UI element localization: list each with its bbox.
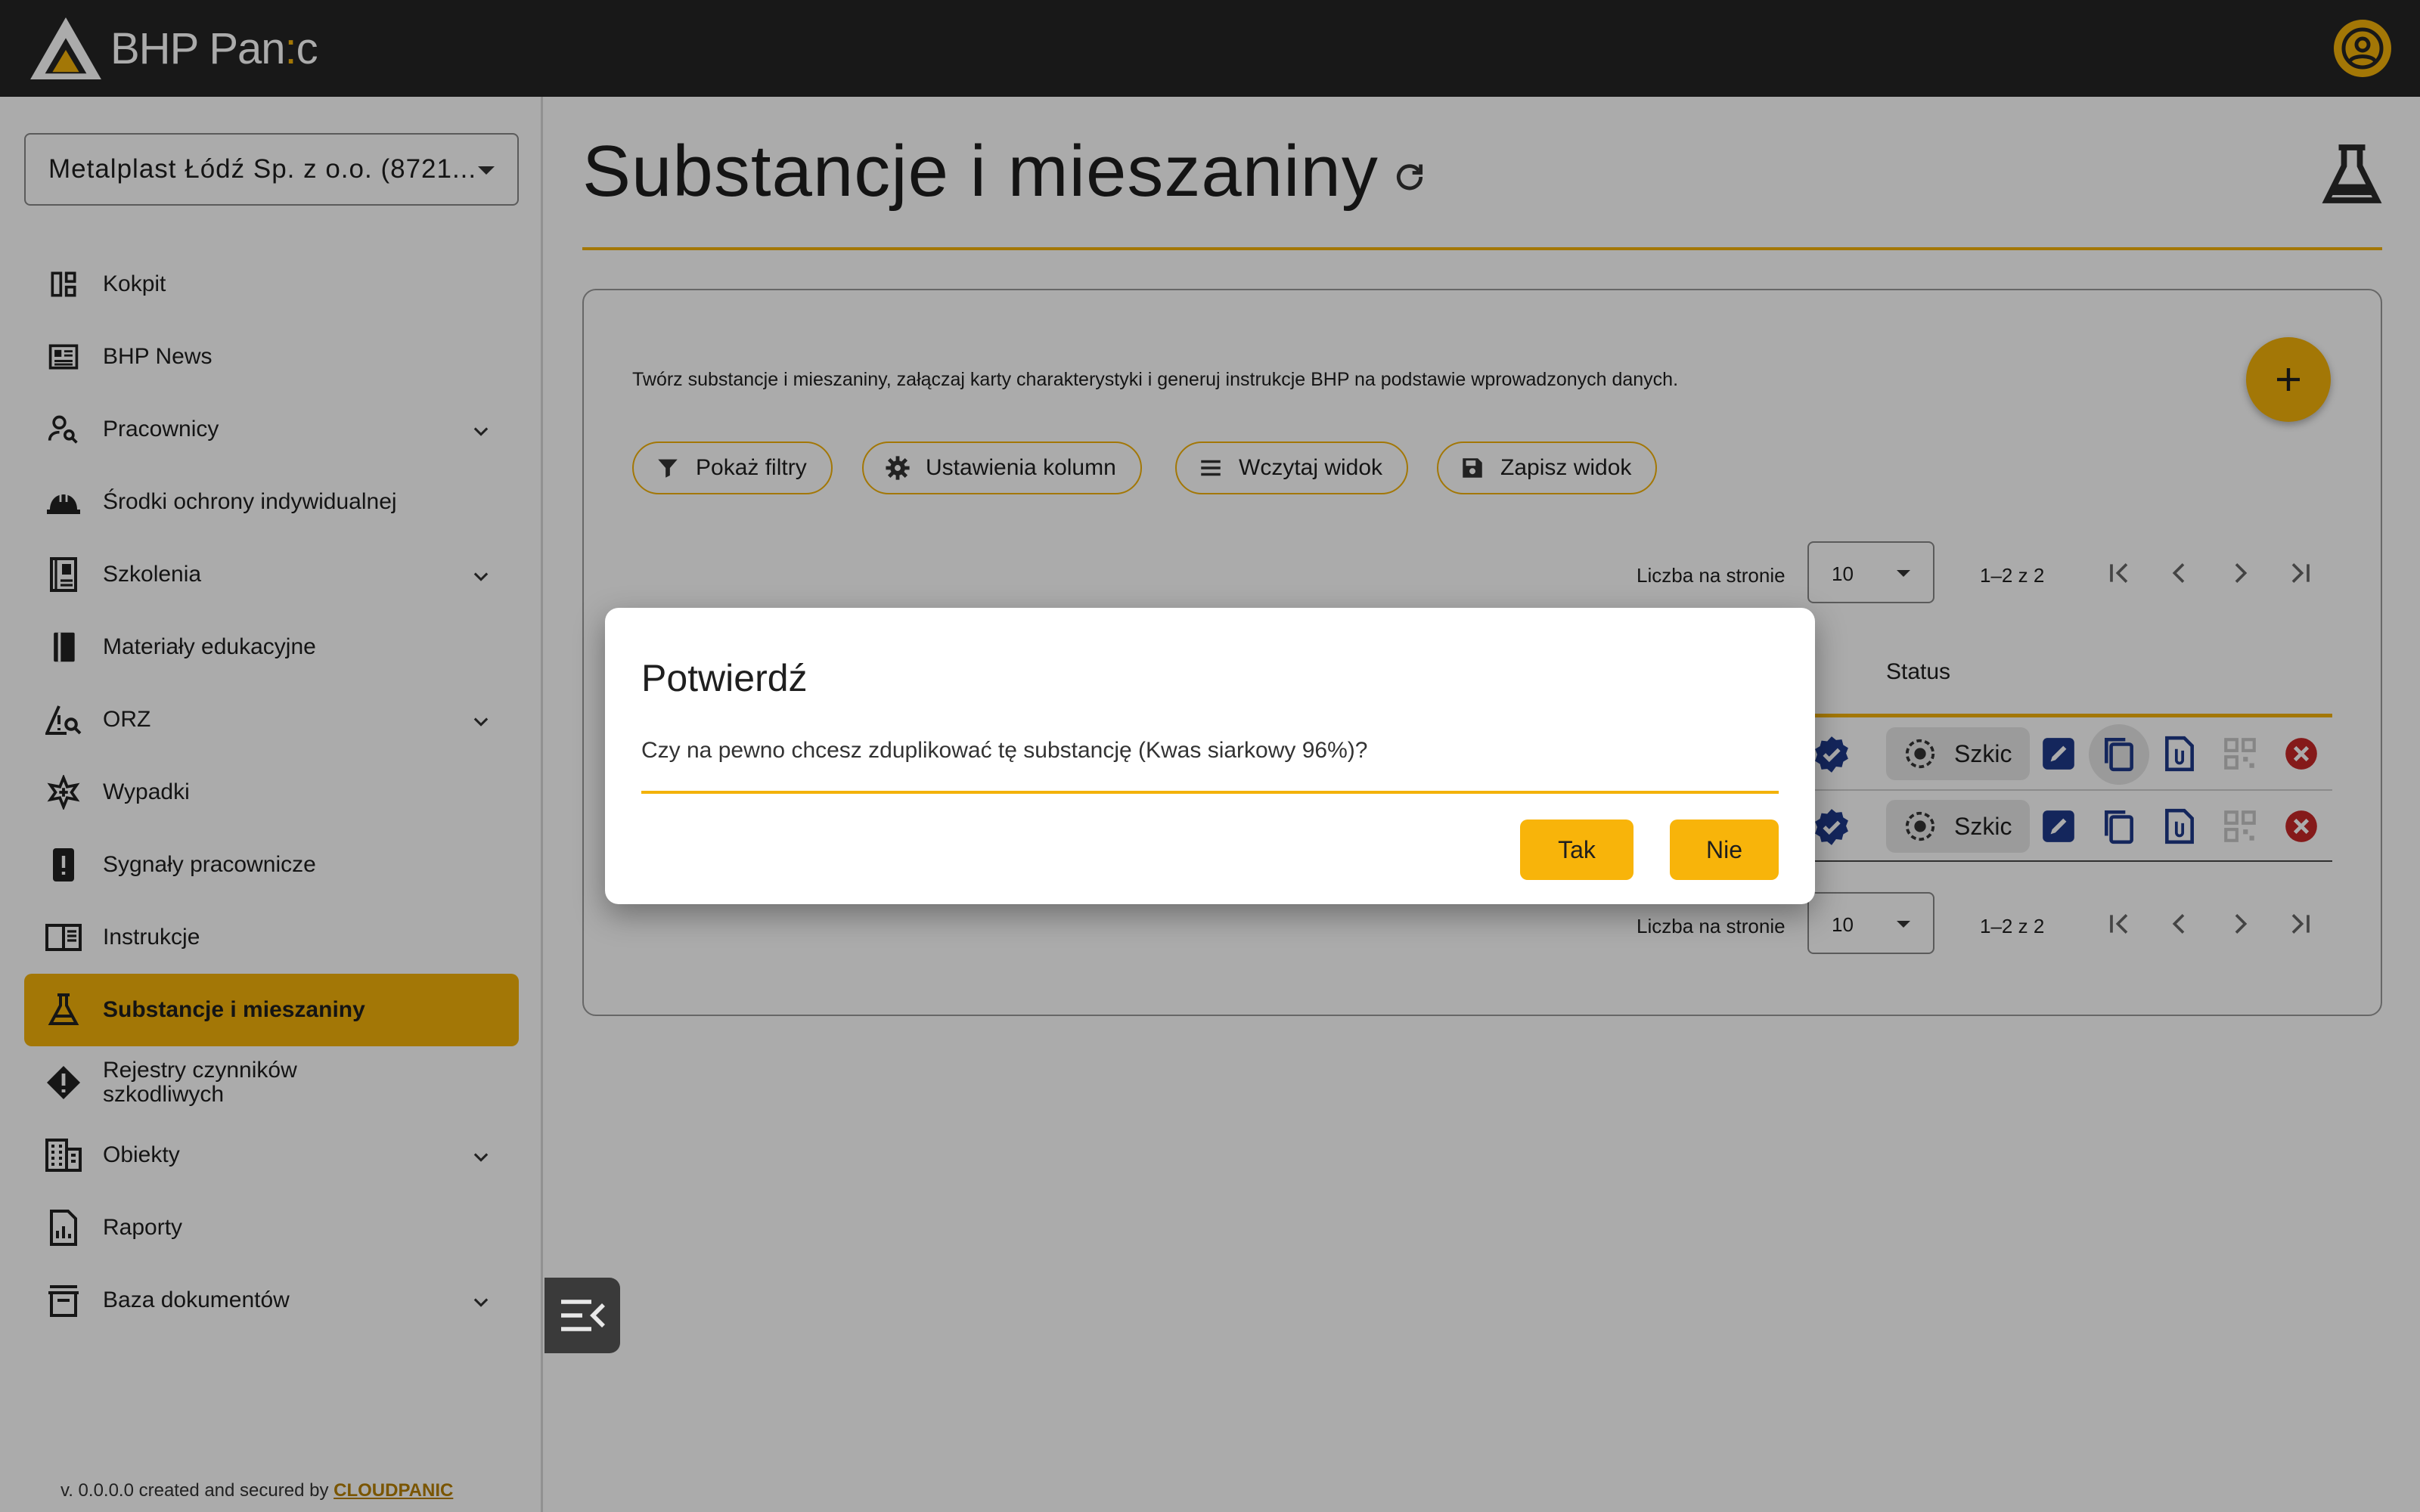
confirm-no-button[interactable]: Nie [1670, 820, 1779, 880]
dialog-message: Czy na pewno chcesz zduplikować tę subst… [641, 738, 1368, 763]
collapse-sidebar-button[interactable] [544, 1278, 620, 1353]
dialog-title: Potwierdź [641, 657, 808, 699]
confirm-yes-button[interactable]: Tak [1520, 820, 1634, 880]
menu-collapse-icon [561, 1300, 605, 1331]
dialog-divider [641, 791, 1779, 794]
confirm-dialog: Potwierdź Czy na pewno chcesz zduplikowa… [605, 608, 1815, 904]
